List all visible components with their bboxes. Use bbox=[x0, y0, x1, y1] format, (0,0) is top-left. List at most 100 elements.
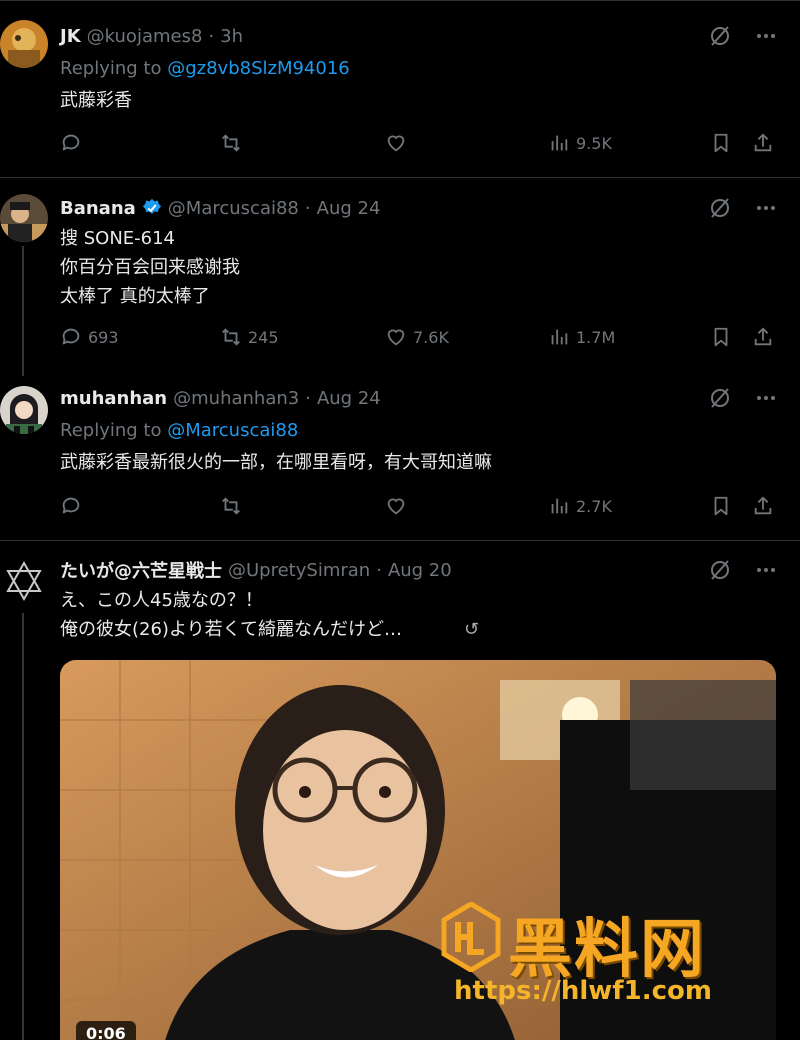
views-count: 1.7M bbox=[576, 327, 616, 347]
grok-icon[interactable] bbox=[708, 386, 732, 410]
separator-dot: · bbox=[208, 25, 215, 47]
separator-dot: · bbox=[376, 559, 382, 581]
timestamp[interactable]: Aug 24 bbox=[317, 388, 381, 409]
display-name[interactable]: muhanhan bbox=[60, 388, 167, 409]
avatar[interactable] bbox=[0, 557, 48, 605]
replying-to: Replying to @gz8vb8SlzM94016 bbox=[60, 58, 350, 79]
replying-to-mention[interactable]: @Marcuscai88 bbox=[167, 420, 298, 441]
share-button[interactable] bbox=[752, 326, 774, 348]
share-icon bbox=[754, 133, 772, 152]
tweet-banana[interactable]: Banana @Marcuscai88 · Aug 24 搜 SONE-614 … bbox=[0, 178, 800, 376]
bookmark-icon bbox=[714, 327, 728, 347]
thread-line bbox=[22, 246, 24, 376]
grok-icon[interactable] bbox=[708, 24, 732, 48]
share-icon bbox=[754, 496, 772, 515]
views-button[interactable]: 1.7M bbox=[548, 326, 615, 348]
views-button[interactable]: 9.5K bbox=[548, 132, 612, 154]
timestamp[interactable]: Aug 20 bbox=[388, 560, 452, 581]
retweet-button[interactable] bbox=[220, 495, 248, 517]
heart-icon bbox=[387, 135, 405, 152]
views-count: 2.7K bbox=[576, 496, 612, 516]
retweet-icon bbox=[222, 328, 240, 346]
share-icon bbox=[754, 327, 772, 346]
tweet-top-actions bbox=[708, 558, 778, 582]
watermark: 黑料网 https://hlwf1.com bbox=[440, 898, 780, 1008]
bookmark-icon bbox=[714, 496, 728, 516]
user-handle[interactable]: @kuojames8 bbox=[87, 26, 203, 47]
tweet-top-actions bbox=[708, 24, 778, 48]
retweet-count: 245 bbox=[248, 327, 279, 347]
separator-dot: · bbox=[305, 387, 311, 409]
views-icon bbox=[551, 329, 568, 345]
bookmark-button[interactable] bbox=[710, 326, 732, 348]
reply-icon bbox=[62, 134, 80, 151]
retweet-button[interactable] bbox=[220, 132, 248, 154]
display-name[interactable]: Banana bbox=[60, 198, 136, 219]
more-icon[interactable] bbox=[754, 558, 778, 582]
retweet-button[interactable]: 245 bbox=[220, 326, 279, 348]
star-of-david-icon bbox=[0, 557, 48, 605]
thread-line bbox=[22, 613, 24, 1040]
bookmark-button[interactable] bbox=[710, 495, 732, 517]
views-icon bbox=[551, 498, 568, 514]
tweet-header: Banana @Marcuscai88 · Aug 24 bbox=[60, 196, 380, 220]
like-button[interactable]: 7.6K bbox=[385, 326, 449, 348]
tweet-top-actions bbox=[708, 386, 778, 410]
avatar[interactable] bbox=[0, 194, 48, 242]
like-button[interactable] bbox=[385, 132, 413, 154]
more-icon[interactable] bbox=[754, 386, 778, 410]
bookmark-icon bbox=[714, 133, 728, 153]
scroll-indicator-icon: ↺ bbox=[464, 619, 480, 640]
timestamp[interactable]: Aug 24 bbox=[317, 198, 381, 219]
like-button[interactable] bbox=[385, 495, 413, 517]
tweet-top-actions bbox=[708, 196, 778, 220]
user-handle[interactable]: @muhanhan3 bbox=[173, 388, 299, 409]
reply-icon bbox=[62, 328, 80, 345]
views-count: 9.5K bbox=[576, 133, 612, 153]
display-name[interactable]: たいが@六芒星戦士 bbox=[60, 557, 222, 583]
views-icon bbox=[551, 135, 568, 151]
heart-icon bbox=[387, 329, 405, 346]
tweet-header: muhanhan @muhanhan3 · Aug 24 bbox=[60, 386, 381, 410]
tweet-muhanhan[interactable]: muhanhan @muhanhan3 · Aug 24 Replying to… bbox=[0, 368, 800, 538]
bookmark-button[interactable] bbox=[710, 132, 732, 154]
share-button[interactable] bbox=[752, 132, 774, 154]
tweet-text: え、この人45歳なの？！ 俺の彼女(26)より若くて綺麗なんだけど… bbox=[60, 590, 403, 640]
replying-to-label: Replying to bbox=[60, 58, 162, 79]
reply-count: 693 bbox=[88, 327, 119, 347]
share-button[interactable] bbox=[752, 495, 774, 517]
retweet-icon bbox=[222, 497, 240, 515]
tweet-text: 搜 SONE-614 你百分百会回来感谢我 太棒了 真的太棒了 bbox=[60, 228, 240, 307]
user-handle[interactable]: @Marcuscai88 bbox=[168, 198, 299, 219]
action-bar: 693 245 7.6K 1.7M bbox=[60, 326, 780, 352]
replying-to-mention[interactable]: @gz8vb8SlzM94016 bbox=[167, 58, 350, 79]
retweet-icon bbox=[222, 134, 240, 152]
grok-icon[interactable] bbox=[708, 558, 732, 582]
display-name[interactable]: JK bbox=[60, 26, 81, 47]
reply-icon bbox=[62, 497, 80, 514]
more-icon[interactable] bbox=[754, 196, 778, 220]
views-button[interactable]: 2.7K bbox=[548, 495, 612, 517]
more-icon[interactable] bbox=[754, 24, 778, 48]
reply-button[interactable] bbox=[60, 132, 88, 154]
avatar[interactable] bbox=[0, 20, 48, 68]
grok-icon[interactable] bbox=[708, 196, 732, 220]
video-duration: 0:06 bbox=[76, 1021, 136, 1040]
tweet-text: 武藤彩香 bbox=[60, 90, 132, 111]
reply-button[interactable]: 693 bbox=[60, 326, 119, 348]
reply-button[interactable] bbox=[60, 495, 88, 517]
action-bar: 9.5K bbox=[60, 132, 780, 158]
heart-icon bbox=[387, 498, 405, 515]
watermark-logo-icon bbox=[441, 902, 501, 972]
tweet-header: JK @kuojames8 · 3h bbox=[60, 24, 243, 48]
tweet-jk[interactable]: JK @kuojames8 · 3h Replying to @gz8vb8Sl… bbox=[0, 0, 800, 177]
separator-dot: · bbox=[304, 197, 311, 219]
replying-to-label: Replying to bbox=[60, 420, 162, 441]
verified-badge-icon[interactable] bbox=[142, 198, 162, 218]
watermark-url: https://hlwf1.com bbox=[454, 976, 712, 1006]
like-count: 7.6K bbox=[413, 327, 449, 347]
timestamp[interactable]: 3h bbox=[220, 26, 243, 47]
tweet-header: たいが@六芒星戦士 @UpretySimran · Aug 20 bbox=[60, 557, 452, 583]
avatar[interactable] bbox=[0, 386, 48, 434]
user-handle[interactable]: @UpretySimran bbox=[228, 560, 370, 581]
